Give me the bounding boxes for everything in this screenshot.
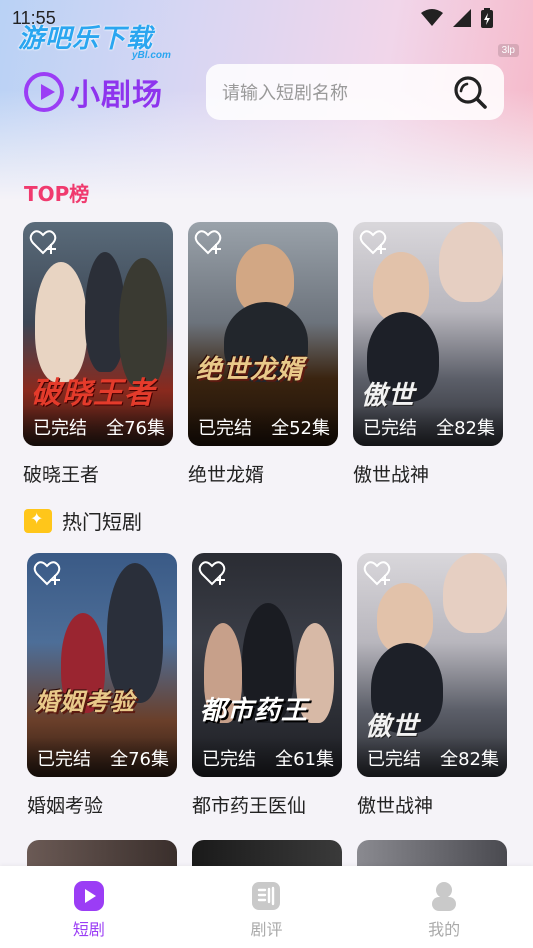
bottom-tab-bar: 短剧 剧评 我的 [0,866,533,948]
status-icons [421,8,493,28]
favorite-add-icon[interactable] [194,228,224,256]
drama-poster[interactable]: 傲世 已完结 全82集 [353,222,503,446]
tab-label: 短剧 [72,920,105,939]
favorite-add-icon[interactable] [198,559,228,587]
drama-card[interactable]: 绝世龙婿 已完结 全52集 绝世龙婿 [188,222,338,487]
drama-poster[interactable]: 都市药王 已完结 全61集 [192,553,342,777]
drama-poster[interactable]: 婚姻考验 已完结 全76集 [27,553,177,777]
poster-info: 已完结 全82集 [357,737,507,777]
tab-profile[interactable]: 我的 [384,880,504,940]
brand-name: 小剧场 [70,78,163,113]
review-icon [252,882,281,910]
status-label: 已完结 [202,749,256,770]
poster-info: 已完结 全76集 [23,406,173,446]
drama-title[interactable]: 都市药王医仙 [192,791,342,818]
corner-badge: 3lp [497,44,519,57]
status-label: 已完结 [33,418,87,439]
brand-play-icon [24,72,64,112]
battery-icon [481,8,493,28]
search-icon[interactable] [452,74,488,110]
top-section-title: TOP榜 [24,182,90,206]
poster-info: 已完结 全82集 [353,406,503,446]
episode-count: 全82集 [440,749,499,770]
drama-card[interactable]: 破晓王者 已完结 全76集 破晓王者 [23,222,173,487]
search-input[interactable]: 请输入短剧名称 [222,79,452,105]
favorite-add-icon[interactable] [363,559,393,587]
search-bar[interactable]: 请输入短剧名称 [206,64,504,120]
drama-poster[interactable]: 绝世龙婿 已完结 全52集 [188,222,338,446]
drama-card[interactable]: 婚姻考验 已完结 全76集 婚姻考验 [27,553,177,818]
favorite-add-icon[interactable] [359,228,389,256]
drama-poster[interactable]: 傲世 已完结 全82集 [357,553,507,777]
drama-title[interactable]: 绝世龙婿 [188,460,338,487]
tab-label: 我的 [428,920,461,939]
poster-art-title: 都市药王 [200,696,309,726]
drama-card[interactable]: 都市药王 已完结 全61集 都市药王医仙 [192,553,342,818]
wifi-icon [421,9,443,26]
hot-section-title: 热门短剧 [62,510,142,534]
drama-title[interactable]: 傲世战神 [357,791,507,818]
episode-count: 全82集 [436,418,495,439]
tab-shorts[interactable]: 短剧 [29,880,149,940]
poster-info: 已完结 全76集 [27,737,177,777]
poster-info: 已完结 全52集 [188,406,338,446]
poster-art-title: 婚姻考验 [35,687,135,716]
episode-count: 全61集 [275,749,334,770]
drama-title[interactable]: 破晓王者 [23,460,173,487]
tab-reviews[interactable]: 剧评 [206,880,326,940]
watermark-sub: yBl.com [132,50,171,61]
drama-card[interactable]: 傲世 已完结 全82集 傲世战神 [353,222,503,487]
episode-count: 全52集 [271,418,330,439]
status-label: 已完结 [37,749,91,770]
drama-title[interactable]: 傲世战神 [353,460,503,487]
signal-icon [453,9,471,27]
episode-count: 全76集 [106,418,165,439]
status-label: 已完结 [198,418,252,439]
poster-info: 已完结 全61集 [192,737,342,777]
drama-card[interactable]: 傲世 已完结 全82集 傲世战神 [357,553,507,818]
favorite-add-icon[interactable] [33,559,63,587]
drama-poster[interactable]: 破晓王者 已完结 全76集 [23,222,173,446]
hot-section-header: 热门短剧 [24,506,142,535]
profile-icon [432,882,457,911]
favorite-add-icon[interactable] [29,228,59,256]
sparkle-badge-icon [24,508,52,533]
status-label: 已完结 [367,749,421,770]
poster-art-title: 绝世龙婿 [196,355,305,385]
status-label: 已完结 [363,418,417,439]
tab-label: 剧评 [250,920,283,939]
brand: 小剧场 [24,70,163,114]
episode-count: 全76集 [110,749,169,770]
play-icon [73,881,104,911]
drama-title[interactable]: 婚姻考验 [27,791,177,818]
